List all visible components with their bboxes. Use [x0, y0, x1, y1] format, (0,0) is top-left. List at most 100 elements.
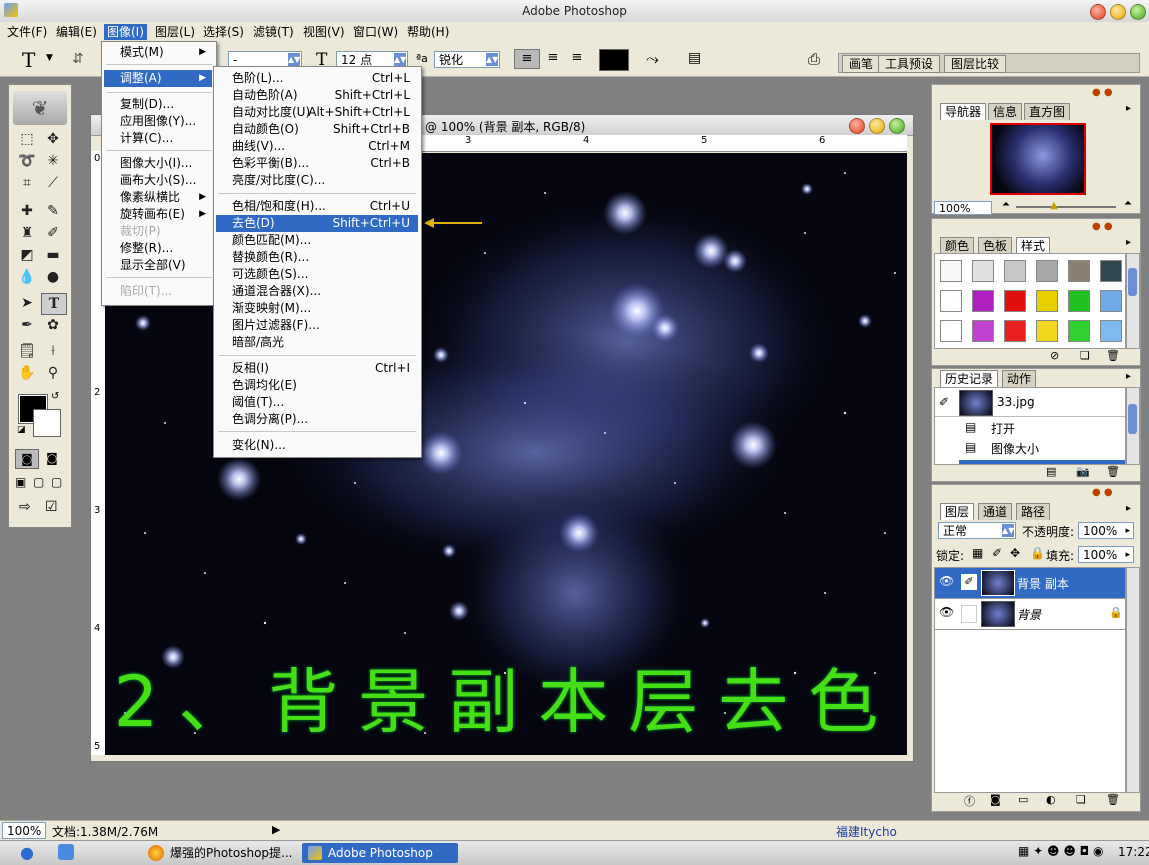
styles-scrollbar[interactable]: [1126, 253, 1140, 349]
opacity-field[interactable]: 100% ▸: [1078, 522, 1134, 539]
marquee-tool-icon[interactable]: ⬚: [15, 129, 39, 149]
style-swatch[interactable]: [1004, 260, 1026, 282]
style-swatch[interactable]: [972, 290, 994, 312]
background-color-swatch[interactable]: [33, 409, 61, 437]
menu-edit[interactable]: 编辑(E): [53, 24, 100, 40]
status-menu-arrow-icon[interactable]: ▶: [272, 823, 280, 836]
zoom-slider-track[interactable]: [1016, 206, 1116, 208]
menu-window[interactable]: 窗口(W): [350, 24, 401, 40]
layer-visibility-eye-icon[interactable]: 👁: [939, 605, 954, 619]
finder-icon[interactable]: [58, 844, 74, 860]
style-swatch[interactable]: [1068, 290, 1090, 312]
screen-mode-full-menu-icon[interactable]: ▢: [33, 475, 44, 489]
panel-collapse-icon[interactable]: ● ●: [1092, 87, 1113, 98]
tab-navigator[interactable]: 导航器: [940, 103, 987, 120]
gradient-tool-icon[interactable]: ▬: [41, 245, 65, 265]
lock-transparency-icon[interactable]: ▦: [972, 546, 983, 560]
menu-item-rotate-canvas[interactable]: 旋转画布(E) ▶: [104, 206, 212, 223]
scroll-thumb[interactable]: [1128, 268, 1137, 296]
eyedropper-tool-icon[interactable]: ⟊: [41, 341, 65, 361]
new-document-from-state-icon[interactable]: ▤: [1046, 465, 1056, 478]
type-tool-icon[interactable]: T: [22, 48, 35, 72]
lock-all-icon[interactable]: 🔒: [1030, 546, 1045, 560]
panel-menu-icon[interactable]: ▸: [1126, 103, 1131, 114]
style-swatch[interactable]: [972, 260, 994, 282]
menu-item-channel-mixer[interactable]: 通道混合器(X)...: [216, 283, 418, 300]
palette-well-tab-comps[interactable]: 图层比较: [944, 55, 1007, 73]
eraser-tool-icon[interactable]: ◩: [15, 245, 39, 265]
layer-visibility-eye-icon[interactable]: 👁: [939, 574, 954, 588]
tab-styles[interactable]: 样式: [1016, 237, 1051, 254]
imageready-check-icon[interactable]: ☑: [45, 499, 58, 515]
layer-name[interactable]: 背景 副本: [1017, 575, 1069, 592]
menu-item-pixel-aspect[interactable]: 像素纵横比 ▶: [104, 189, 212, 206]
fill-arrow-icon[interactable]: ▸: [1125, 547, 1130, 564]
style-swatch[interactable]: [940, 320, 962, 342]
menu-item-invert[interactable]: 反相(I) Ctrl+I: [216, 360, 418, 377]
taskbar-item-photoshop[interactable]: Adobe Photoshop: [302, 843, 458, 863]
history-step-current[interactable]: [959, 460, 1125, 464]
tab-layers[interactable]: 图层: [940, 503, 975, 520]
menu-item-levels[interactable]: 色阶(L)... Ctrl+L: [216, 70, 418, 87]
menu-layer[interactable]: 图层(L): [152, 24, 198, 40]
lock-image-icon[interactable]: ✐: [992, 546, 1002, 560]
panel-collapse-icon[interactable]: ● ●: [1092, 487, 1113, 498]
doc-zoom-icon[interactable]: [889, 118, 905, 134]
move-tool-icon[interactable]: ✥: [41, 129, 65, 149]
history-step[interactable]: ▤ 图像大小: [935, 438, 1125, 458]
new-layer-icon[interactable]: ❏: [1076, 793, 1086, 806]
scroll-thumb[interactable]: [1128, 404, 1137, 434]
history-brush-tool-icon[interactable]: ✐: [41, 223, 65, 243]
zoom-slider-thumb[interactable]: ▲: [1050, 200, 1058, 211]
dodge-tool-icon[interactable]: ●: [41, 267, 65, 287]
history-scrollbar[interactable]: [1126, 387, 1140, 465]
apple-icon[interactable]: ●: [20, 843, 34, 862]
pen-tool-icon[interactable]: ✒: [15, 315, 39, 335]
swap-colors-icon[interactable]: ↺: [51, 391, 59, 402]
magic-wand-tool-icon[interactable]: ✳: [41, 151, 65, 171]
menu-item-mode[interactable]: 模式(M) ▶: [104, 44, 212, 61]
layer-row[interactable]: 👁 背景 🔒: [935, 599, 1125, 630]
style-swatch[interactable]: [1068, 320, 1090, 342]
panel-menu-icon[interactable]: ▸: [1126, 371, 1131, 382]
style-swatch[interactable]: [1100, 260, 1122, 282]
crop-tool-icon[interactable]: ⌗: [15, 173, 39, 193]
menu-item-curves[interactable]: 曲线(V)... Ctrl+M: [216, 138, 418, 155]
hand-tool-icon[interactable]: ✋: [15, 363, 39, 383]
taskbar-item-browser[interactable]: 爆强的Photoshop提...: [144, 843, 294, 863]
minimize-window-icon[interactable]: [1110, 4, 1126, 20]
menu-item-reveal-all[interactable]: 显示全部(V): [104, 257, 212, 274]
tab-paths[interactable]: 路径: [1016, 503, 1051, 520]
new-snapshot-icon[interactable]: 📷: [1076, 465, 1090, 478]
palette-well-tab-presets[interactable]: 工具预设: [878, 55, 941, 73]
doc-minimize-icon[interactable]: [869, 118, 885, 134]
tab-color[interactable]: 颜色: [940, 237, 975, 254]
slice-tool-icon[interactable]: ⟋: [41, 173, 65, 193]
menu-item-color-balance[interactable]: 色彩平衡(B)... Ctrl+B: [216, 155, 418, 172]
menu-item-shadow-highlight[interactable]: 暗部/高光: [216, 334, 418, 351]
font-size-dropdown-icon[interactable]: ▲▼: [394, 53, 406, 66]
history-step[interactable]: ▤ 打开: [935, 418, 1125, 438]
close-window-icon[interactable]: [1090, 4, 1106, 20]
feather-logo-icon[interactable]: ❦: [13, 91, 67, 125]
tab-actions[interactable]: 动作: [1002, 370, 1037, 387]
style-swatch[interactable]: [1100, 320, 1122, 342]
screen-mode-full-icon[interactable]: ▢: [51, 475, 62, 489]
zoom-out-icon[interactable]: ⏶: [1002, 199, 1010, 210]
text-color-swatch[interactable]: [599, 49, 629, 71]
layer-link-brush-icon[interactable]: ✐: [961, 574, 977, 590]
clear-style-icon[interactable]: ⊘: [1050, 349, 1059, 362]
screen-mode-standard-icon[interactable]: ▣: [15, 475, 26, 489]
layers-scrollbar[interactable]: [1126, 567, 1140, 793]
lasso-tool-icon[interactable]: ➰: [15, 151, 39, 171]
menu-item-replace-color[interactable]: 替换颜色(R)...: [216, 249, 418, 266]
menu-item-auto-levels[interactable]: 自动色阶(A) Shift+Ctrl+L: [216, 87, 418, 104]
menu-item-auto-contrast[interactable]: 自动对比度(U) Alt+Shift+Ctrl+L: [216, 104, 418, 121]
history-snapshot[interactable]: ✐ 33.jpg: [935, 388, 1125, 417]
layer-name[interactable]: 背景: [1017, 606, 1041, 623]
panel-menu-icon[interactable]: ▸: [1126, 237, 1131, 248]
navigator-preview[interactable]: [990, 123, 1086, 195]
panel-collapse-icon[interactable]: ● ●: [1092, 221, 1113, 232]
tab-histogram[interactable]: 直方图: [1024, 103, 1071, 120]
align-right-icon[interactable]: ≡: [566, 49, 588, 67]
